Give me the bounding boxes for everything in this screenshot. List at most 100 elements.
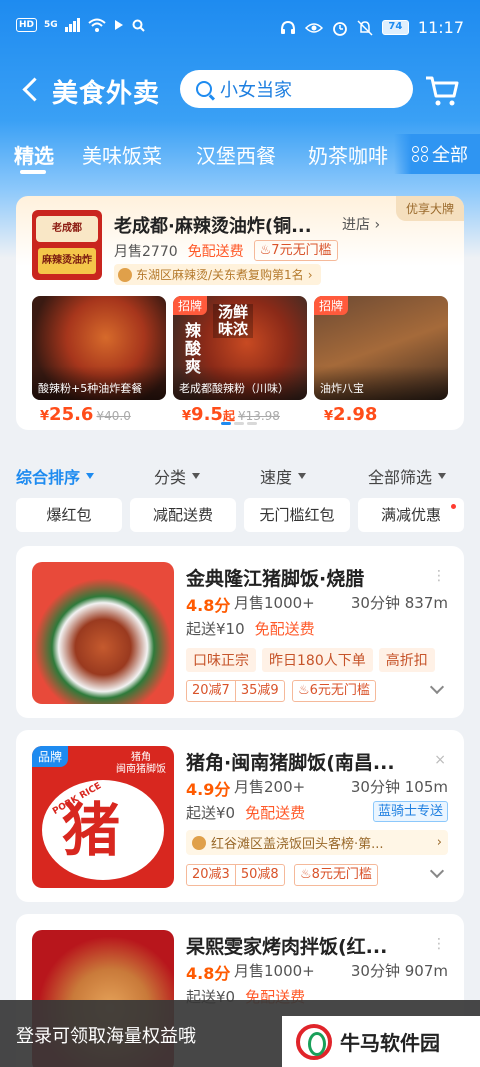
dish-item[interactable]: 酸辣粉+5种油炸套餐 [32, 296, 166, 400]
shop-tag: 高折扣 [378, 648, 435, 672]
premium-brand-badge: 优享大牌 [395, 196, 464, 221]
shop-tag: 口味正宗 [186, 648, 256, 672]
dish-item[interactable]: 招牌 油炸八宝 [314, 296, 448, 400]
promo-item: 20减7 [187, 681, 236, 701]
sort-comprehensive[interactable]: 综合排序 [16, 464, 95, 488]
medal-icon [192, 835, 206, 850]
shop-image [32, 562, 174, 704]
clock: 11:17 [417, 18, 464, 37]
tab-jingxuan[interactable]: 精选 [14, 140, 54, 169]
shop-name: 金典隆江猪脚饭·烧腊 [186, 568, 365, 590]
dish-price: ¥2.98 [324, 404, 378, 425]
watermark-text: 牛马软件园 [340, 1031, 440, 1055]
site-watermark: 牛马软件园 [282, 1016, 480, 1067]
delivery-time-distance: 30分钟 907m [350, 962, 448, 980]
tab-meiwei-fancai[interactable]: 美味饭菜 [82, 140, 162, 169]
all-categories-label: 全部 [432, 145, 468, 166]
coupon-tag: ♨6元无门槛 [292, 680, 376, 702]
rank-text: 红谷滩区盖浇饭回头客榜·第... [211, 837, 384, 852]
shop-stats: 4.9分 月售200+ 30分钟 105m [186, 776, 448, 799]
filter-chip[interactable]: 无门槛红包 [244, 498, 350, 532]
shop-card[interactable]: 金典隆江猪脚饭·烧腊 ⋮ 4.8分 月售1000+ 30分钟 837m 起送¥1… [16, 546, 464, 718]
category-tabs: 精选 美味饭菜 汉堡西餐 奶茶咖啡 全部 [0, 134, 480, 174]
sort-speed[interactable]: 速度 [260, 464, 307, 488]
filter-chip-with-dot[interactable]: 满减优惠 [358, 498, 464, 532]
signature-badge: 招牌 [314, 296, 349, 315]
caret-down-icon [298, 473, 307, 479]
rank-badge[interactable]: 红谷滩区盖浇饭回头客榜·第... › [186, 830, 448, 855]
brand-badge: 品牌 [32, 746, 69, 767]
monthly-sales: 月售1000+ [234, 962, 315, 980]
tab-hanbao-xican[interactable]: 汉堡西餐 [196, 140, 276, 169]
filter-chip-label: 满减优惠 [380, 506, 441, 524]
shop-meta: 月售2770 免配送费 ♨7元无门槛 [114, 240, 338, 261]
discount-promos: 20减3 50减8 [186, 864, 285, 886]
featured-shop-card[interactable]: 优享大牌 老成都 麻辣烫油炸 老成都·麻辣烫油炸(铜... 进店 › 月售277… [16, 196, 464, 430]
sort-bar: 综合排序 分类 速度 全部筛选 [0, 460, 480, 490]
caret-down-icon [438, 473, 447, 479]
cart-icon[interactable] [424, 74, 460, 108]
active-tab-indicator [20, 170, 46, 174]
caret-down-icon [86, 473, 95, 479]
coupon-tag-text: 7元无门槛 [271, 243, 332, 258]
chevron-right-icon: › [374, 217, 381, 233]
sort-label: 速度 [260, 468, 293, 487]
shop-card[interactable]: 品牌 猪角 PORK RICE 猪角闽南猪脚饭 猪角·闽南猪脚饭(南昌... ×… [16, 730, 464, 902]
shop-name: 猪角·闽南猪脚饭(南昌... [186, 752, 395, 774]
shop-tag: 昨日180人下单 [262, 648, 373, 672]
shop-logo: 老成都 麻辣烫油炸 [32, 210, 102, 280]
sort-category[interactable]: 分类 [154, 464, 201, 488]
promo-item: 20减3 [187, 865, 236, 885]
coupon-tag: ♨7元无门槛 [253, 240, 338, 261]
chevron-down-icon[interactable] [429, 679, 445, 695]
all-categories-button[interactable]: 全部 [394, 134, 480, 174]
search-box[interactable] [180, 70, 413, 108]
chevron-right-icon: › [307, 267, 313, 282]
more-options-icon[interactable]: ⋮ [432, 936, 446, 952]
app-header: 美食外卖 [0, 62, 480, 118]
filter-chip[interactable]: 减配送费 [130, 498, 236, 532]
filter-chip[interactable]: 爆红包 [16, 498, 122, 532]
price-value: 9.5 [191, 404, 223, 425]
grid-icon [412, 146, 428, 162]
sort-all-filters[interactable]: 全部筛选 [368, 464, 447, 488]
dish-item[interactable]: 招牌 辣酸爽 汤鲜味浓 老成都酸辣粉（川味） [173, 296, 307, 400]
eye-icon [304, 22, 323, 33]
back-button[interactable] [20, 74, 48, 104]
shop-name: 杲熙雯家烤肉拌饭(红... [186, 936, 388, 958]
chevron-down-icon[interactable] [429, 863, 445, 879]
search-input[interactable] [220, 78, 400, 100]
logo-bottom-text: 麻辣烫油炸 [38, 248, 96, 274]
free-delivery: 免配送费 [254, 620, 315, 638]
coupon-tag-text: 6元无门槛 [309, 683, 370, 698]
hd-icon: HD [16, 18, 38, 32]
rank-text: 东湖区麻辣烫/关东煮复购第1名 [136, 268, 304, 282]
mute-icon [357, 19, 373, 36]
sort-label: 综合排序 [16, 468, 81, 487]
promo-item: 50减8 [240, 867, 279, 882]
rank-badge[interactable]: 东湖区麻辣烫/关东煮复购第1名 › [114, 264, 321, 285]
min-order: 起送¥10 [186, 620, 245, 638]
shop-delivery-info: 起送¥10 免配送费 [186, 618, 448, 640]
signature-badge: 招牌 [173, 296, 208, 315]
discount-promos: 20减7 35减9 [186, 680, 285, 702]
close-icon[interactable]: × [434, 752, 446, 768]
image-brand-sub: 闽南猪脚饭 [116, 764, 166, 775]
dish-name: 油炸八宝 [314, 366, 448, 400]
watermark-logo-icon [296, 1023, 332, 1060]
coupon-tag-text: 8元无门槛 [311, 867, 372, 882]
enter-shop-link[interactable]: 进店 › [342, 214, 380, 234]
image-brand-logo: 猪角 闽南猪脚饭 [116, 752, 166, 776]
monthly-sales: 月售200+ [234, 778, 306, 796]
battery-icon: 74 [381, 20, 409, 35]
status-bar: HD 5G 74 11:17 [0, 0, 480, 58]
chevron-right-icon: › [436, 835, 442, 850]
more-options-icon[interactable]: ⋮ [432, 568, 446, 584]
tab-naicha-kafei[interactable]: 奶茶咖啡 [308, 140, 388, 169]
shop-rating: 4.8分 [186, 596, 231, 615]
dish-carousel: 酸辣粉+5种油炸套餐 招牌 辣酸爽 汤鲜味浓 老成都酸辣粉（川味） 招牌 油炸八… [32, 296, 448, 400]
old-price: ¥13.98 [237, 409, 280, 423]
alarm-icon [332, 21, 347, 36]
quick-filters: 爆红包 减配送费 无门槛红包 满减优惠 [16, 498, 464, 532]
delivery-time-distance: 30分钟 837m [350, 594, 448, 612]
